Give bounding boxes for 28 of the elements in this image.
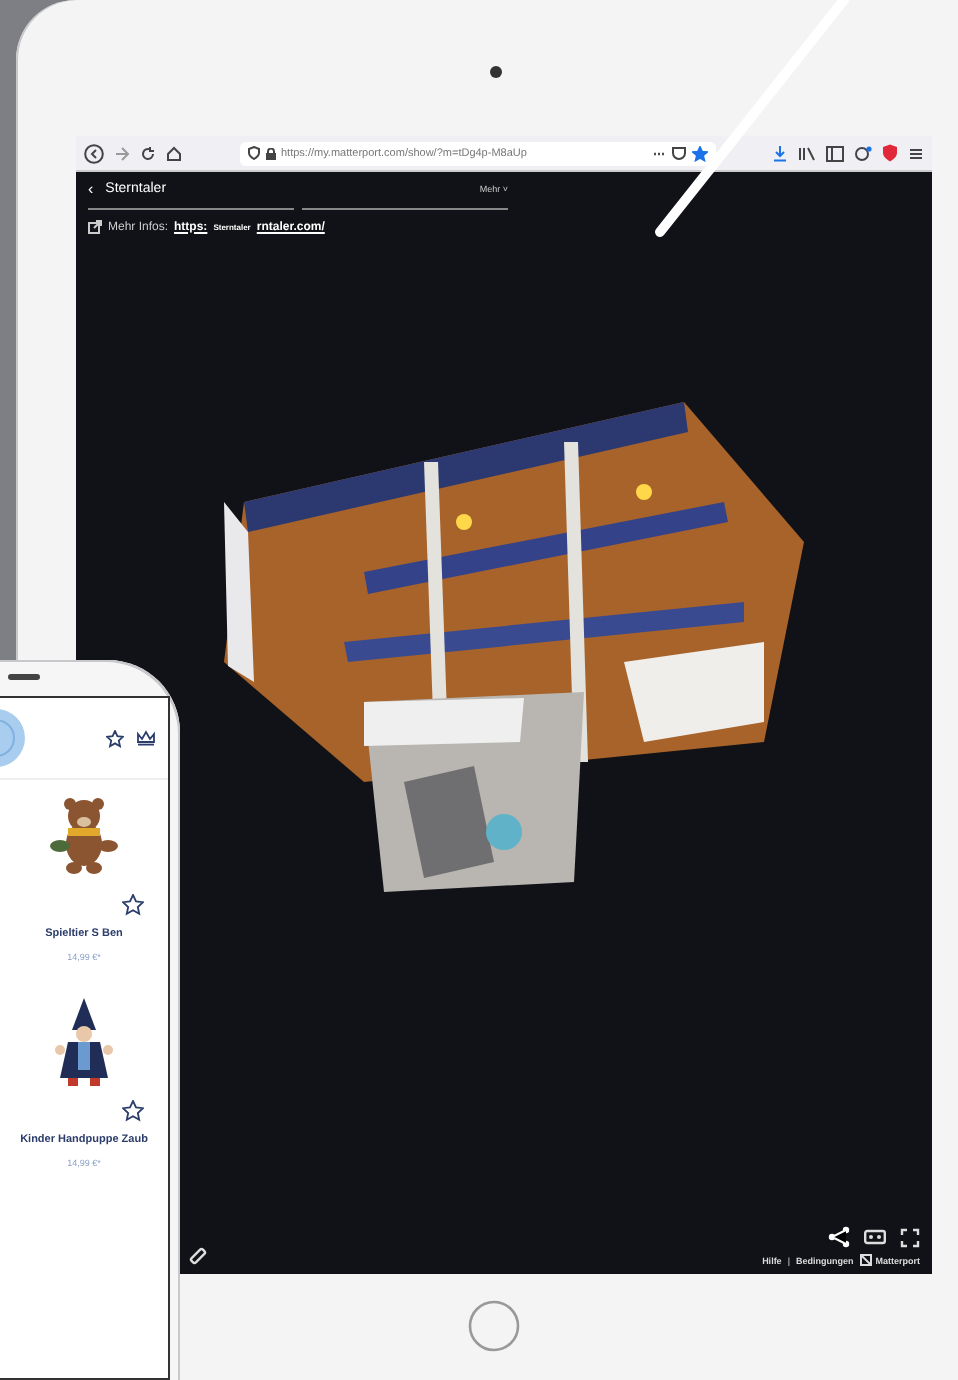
extension-icon[interactable] <box>854 145 872 161</box>
star-icon[interactable] <box>122 1100 144 1122</box>
pocket-icon[interactable] <box>671 146 685 160</box>
menu-icon[interactable] <box>908 145 924 161</box>
reload-icon[interactable] <box>140 145 156 161</box>
lock-icon <box>265 147 275 159</box>
star-icon[interactable] <box>122 894 144 916</box>
back-button[interactable]: ‹ <box>88 180 94 198</box>
back-icon[interactable] <box>84 143 104 163</box>
measure-icon[interactable] <box>188 1246 208 1266</box>
shield-icon <box>247 146 259 160</box>
bookmark-star-icon[interactable] <box>691 145 707 161</box>
library-icon[interactable] <box>798 145 816 161</box>
fullscreen-icon[interactable] <box>900 1227 920 1247</box>
home-button[interactable] <box>468 1300 520 1352</box>
sidebar-icon[interactable] <box>826 145 844 161</box>
logo-icon <box>0 708 26 768</box>
vr-headset-icon[interactable] <box>864 1228 886 1246</box>
home-icon[interactable] <box>166 145 182 161</box>
speaker-icon <box>8 674 40 680</box>
download-icon[interactable] <box>772 145 788 161</box>
share-icon[interactable] <box>828 1226 850 1248</box>
shield-icon[interactable] <box>882 144 898 162</box>
camera-icon <box>490 66 502 78</box>
crown-icon[interactable] <box>136 730 156 746</box>
external-link-icon <box>88 220 102 234</box>
star-icon[interactable] <box>106 729 124 747</box>
logo-icon <box>859 1254 872 1266</box>
